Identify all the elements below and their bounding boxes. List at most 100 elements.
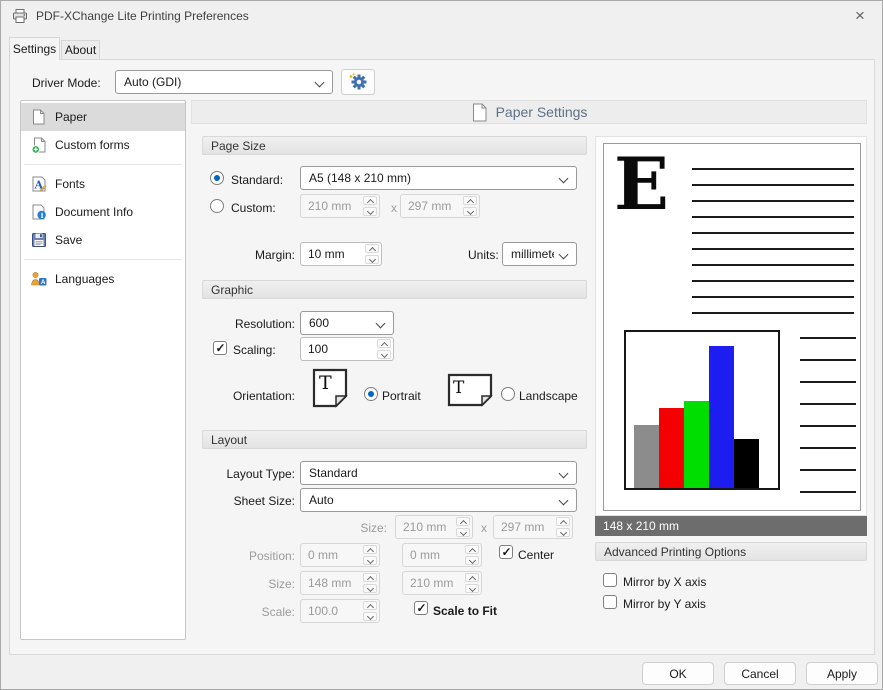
preview-bar bbox=[634, 425, 659, 488]
layout-type-select[interactable]: Standard bbox=[300, 461, 577, 485]
margin-spinner[interactable]: 10 mm bbox=[300, 242, 382, 266]
spin-up-icon[interactable] bbox=[377, 339, 391, 348]
units-select[interactable]: millimeter bbox=[502, 242, 577, 266]
sheet-height-spinner: 297 mm bbox=[493, 515, 573, 539]
sidebar-item-label: Document Info bbox=[55, 205, 133, 219]
landscape-radio[interactable] bbox=[501, 387, 515, 401]
margin-value: 10 mm bbox=[301, 247, 365, 261]
driver-mode-select[interactable]: Auto (GDI) bbox=[115, 70, 333, 94]
mirror-x-checkbox[interactable] bbox=[603, 573, 617, 587]
preview-line bbox=[800, 425, 856, 427]
spinner-buttons[interactable] bbox=[377, 338, 393, 360]
sidebar-item-fonts[interactable]: A Fonts bbox=[21, 170, 185, 198]
sidebar-item-paper[interactable]: Paper bbox=[21, 103, 185, 131]
spinner-buttons bbox=[456, 516, 472, 538]
position-y-spinner: 0 mm bbox=[402, 543, 482, 567]
sidebar-item-custom-forms[interactable]: Custom forms bbox=[21, 131, 185, 159]
tab-settings-label: Settings bbox=[13, 42, 56, 56]
preview-dimensions: 148 x 210 mm bbox=[595, 516, 867, 536]
tab-about[interactable]: About bbox=[61, 40, 100, 59]
preview-line bbox=[692, 232, 854, 234]
portrait-label: Portrait bbox=[382, 389, 421, 403]
custom-radio[interactable] bbox=[210, 199, 224, 213]
standard-size-select[interactable]: A5 (148 x 210 mm) bbox=[300, 166, 577, 190]
preview-line bbox=[692, 184, 854, 186]
preview-line bbox=[692, 248, 854, 250]
scale-to-fit-checkbox[interactable] bbox=[414, 601, 428, 615]
spin-up-icon bbox=[465, 573, 479, 582]
spin-up-icon[interactable] bbox=[365, 244, 379, 253]
apply-button[interactable]: Apply bbox=[806, 662, 878, 685]
units-label: Units: bbox=[468, 248, 499, 262]
chevron-down-icon bbox=[559, 250, 569, 260]
svg-text:i: i bbox=[40, 211, 43, 220]
spin-down-icon bbox=[465, 584, 479, 593]
preview-line bbox=[692, 264, 854, 266]
spin-down-icon bbox=[456, 528, 470, 537]
languages-icon: A bbox=[30, 271, 47, 288]
spinner-buttons bbox=[465, 544, 481, 566]
preview-line bbox=[692, 312, 854, 314]
driver-settings-button[interactable] bbox=[341, 69, 375, 95]
resolution-select[interactable]: 600 bbox=[300, 311, 394, 335]
ok-button[interactable]: OK bbox=[642, 662, 714, 685]
group-title: Layout bbox=[211, 433, 247, 447]
sidebar-item-save[interactable]: Save bbox=[21, 226, 185, 254]
spin-down-icon bbox=[363, 207, 377, 216]
preview-line bbox=[692, 296, 854, 298]
position-label: Position: bbox=[202, 549, 295, 563]
cancel-button[interactable]: Cancel bbox=[724, 662, 796, 685]
save-icon bbox=[30, 232, 47, 249]
scaling-checkbox[interactable] bbox=[213, 341, 227, 355]
spin-up-icon bbox=[456, 517, 470, 526]
scale-value: 100.0 bbox=[301, 604, 363, 618]
sidebar-item-label: Fonts bbox=[55, 177, 85, 191]
sidebar-item-languages[interactable]: A Languages bbox=[21, 265, 185, 293]
sidebar-item-document-info[interactable]: i Document Info bbox=[21, 198, 185, 226]
panel-header: Paper Settings bbox=[191, 100, 867, 124]
driver-mode-value: Auto (GDI) bbox=[124, 75, 181, 89]
custom-height-spinner: 297 mm bbox=[400, 194, 480, 218]
standard-radio[interactable] bbox=[210, 171, 224, 185]
custom-width-value: 210 mm bbox=[301, 199, 363, 213]
portrait-radio[interactable] bbox=[364, 387, 378, 401]
title-bar: PDF-XChange Lite Printing Preferences × bbox=[1, 1, 882, 31]
paper-icon bbox=[30, 109, 47, 126]
spin-up-icon bbox=[363, 545, 377, 554]
close-button[interactable]: × bbox=[848, 5, 872, 27]
x-separator: x bbox=[391, 201, 397, 215]
output-size-label: Size: bbox=[202, 577, 295, 591]
svg-text:T: T bbox=[319, 372, 332, 394]
group-title: Page Size bbox=[211, 139, 266, 153]
x-separator: x bbox=[481, 521, 487, 535]
landscape-label: Landscape bbox=[519, 389, 578, 403]
spinner-buttons bbox=[363, 544, 379, 566]
mirror-x-label: Mirror by X axis bbox=[623, 575, 706, 589]
sidebar-item-label: Custom forms bbox=[55, 138, 130, 152]
layout-group-header: Layout bbox=[202, 430, 587, 449]
output-width-spinner: 148 mm bbox=[300, 571, 380, 595]
output-height-spinner: 210 mm bbox=[402, 571, 482, 595]
spin-down-icon[interactable] bbox=[365, 255, 379, 264]
mirror-y-checkbox[interactable] bbox=[603, 595, 617, 609]
spin-down-icon[interactable] bbox=[377, 350, 391, 359]
preview-line bbox=[800, 359, 856, 361]
spin-up-icon bbox=[363, 601, 377, 610]
tab-settings[interactable]: Settings bbox=[9, 37, 60, 60]
preview-line bbox=[800, 337, 856, 339]
sidebar-item-label: Paper bbox=[55, 110, 87, 124]
sheet-size-value: Auto bbox=[309, 493, 334, 507]
preview-bar bbox=[709, 346, 734, 488]
scaling-spinner[interactable]: 100 bbox=[300, 337, 394, 361]
preview-line bbox=[800, 491, 856, 493]
sheet-size-select[interactable]: Auto bbox=[300, 488, 577, 512]
preview-bar bbox=[659, 408, 684, 488]
page-icon bbox=[471, 104, 488, 121]
scaling-label: Scaling: bbox=[233, 343, 276, 357]
preview-panel: E bbox=[595, 136, 867, 516]
page-size-group-header: Page Size bbox=[202, 136, 587, 155]
spinner-buttons[interactable] bbox=[365, 243, 381, 265]
spin-down-icon bbox=[363, 556, 377, 565]
preview-line bbox=[800, 403, 856, 405]
center-checkbox[interactable] bbox=[499, 545, 513, 559]
